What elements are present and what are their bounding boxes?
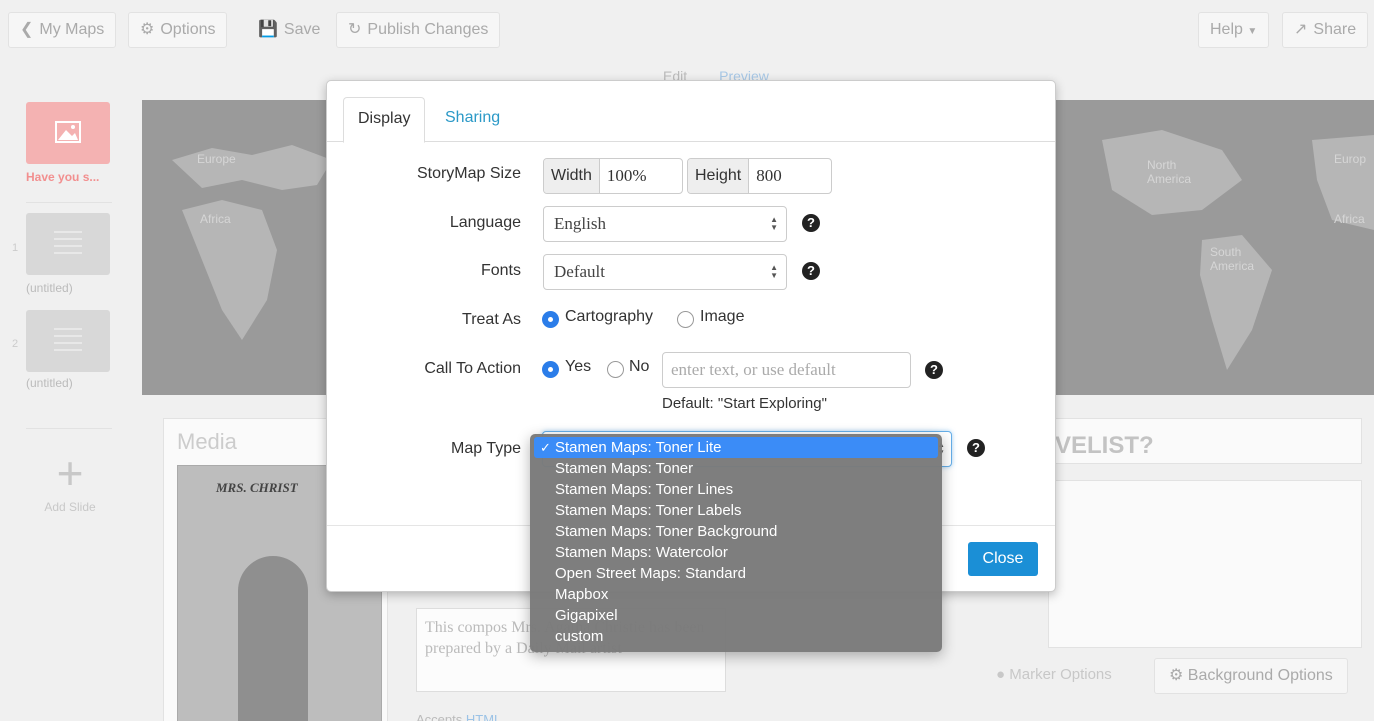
divider (26, 428, 112, 429)
help-menu-button[interactable]: Help ▼ (1198, 12, 1270, 48)
fonts-label: Fonts (480, 262, 521, 279)
height-field[interactable]: Height 800 (687, 158, 832, 194)
gear-icon: ⚙ (1169, 667, 1184, 684)
save-button[interactable]: 💾 Save (246, 12, 332, 48)
slide-number: 2 (12, 338, 19, 350)
map-type-option[interactable]: Stamen Maps: Watercolor (530, 542, 942, 563)
html-link[interactable]: HTML (466, 712, 501, 721)
map-type-option[interactable]: Stamen Maps: Toner (530, 458, 942, 479)
slide-thumb-2[interactable] (26, 310, 110, 372)
cta-option-label: No (629, 358, 650, 375)
cta-no-radio[interactable] (607, 361, 624, 378)
headline-text: VELIST? (1055, 432, 1154, 459)
tab-display[interactable]: Display (343, 97, 426, 143)
map-marker-icon: ● (996, 666, 1006, 683)
image-caption: MRS. CHRIST (216, 480, 298, 495)
share-icon: ↗ (1294, 21, 1308, 38)
width-field[interactable]: Width 100% (543, 158, 683, 194)
media-title: Media (177, 429, 237, 454)
map-label: Europe (197, 152, 236, 166)
map-type-option[interactable]: ✓ Stamen Maps: Toner Lite (534, 437, 938, 458)
publish-changes-button[interactable]: ↻ Publish Changes (336, 12, 501, 48)
select-arrows-icon: ▲▼ (770, 263, 778, 280)
divider (26, 202, 112, 203)
caret-down-icon: ▼ (1247, 26, 1258, 37)
treat-as-option-label: Image (700, 308, 745, 325)
map-label: South America (1210, 245, 1255, 273)
map-label: Europ (1334, 152, 1367, 166)
slide-number: 1 (12, 242, 19, 254)
text-lines-icon (54, 231, 82, 259)
treat-as-label: Treat As (462, 311, 521, 328)
cta-option-label: Yes (565, 358, 592, 375)
add-slide-button[interactable]: + Add Slide (28, 450, 112, 514)
options-button[interactable]: ⚙ Options (128, 12, 228, 48)
text-box[interactable] (1048, 480, 1362, 648)
map-type-option[interactable]: Mapbox (530, 584, 942, 605)
slide-thumb-1[interactable] (26, 213, 110, 275)
slide-caption: Have you s... (26, 170, 100, 184)
marker-options-button[interactable]: ● Marker Options (996, 666, 1112, 683)
storymap-size-label: StoryMap Size (416, 165, 521, 182)
plus-icon: + (56, 447, 84, 499)
tab-sharing[interactable]: Sharing (431, 97, 514, 143)
map-label: Africa (1334, 212, 1365, 226)
image-icon (55, 121, 81, 143)
treat-as-image-radio[interactable] (677, 311, 694, 328)
help-icon[interactable]: ? (802, 214, 820, 232)
map-label: North America (1147, 158, 1192, 186)
modal-tabs: Display Sharing (327, 81, 1055, 143)
map-type-option[interactable]: Stamen Maps: Toner Labels (530, 500, 942, 521)
map-type-option[interactable]: Gigapixel (530, 605, 942, 626)
gear-icon: ⚙ (140, 21, 155, 38)
language-label: Language (449, 214, 521, 231)
help-icon[interactable]: ? (925, 361, 943, 379)
map-type-option[interactable]: Stamen Maps: Toner Lines (530, 479, 942, 500)
top-toolbar: ❮ My Maps ⚙ Options 💾 Save ↻ Publish Changes… (0, 0, 1374, 62)
my-maps-button[interactable]: ❮ My Maps (8, 12, 117, 48)
map-label: Africa (200, 212, 231, 226)
map-type-option[interactable]: Open Street Maps: Standard (530, 563, 942, 584)
map-type-dropdown[interactable]: ✓ Stamen Maps: Toner Lite Stamen Maps: To… (530, 434, 942, 652)
map-type-option[interactable]: Stamen Maps: Toner Background (530, 521, 942, 542)
map-type-label: Map Type (451, 440, 521, 457)
cta-default-hint: Default: "Start Exploring" (662, 395, 827, 412)
text-lines-icon (54, 328, 82, 356)
share-button[interactable]: ↗ Share (1282, 12, 1369, 48)
help-icon[interactable]: ? (967, 439, 985, 457)
portrait-figure (238, 556, 308, 721)
map-type-option[interactable]: custom (530, 626, 942, 647)
refresh-icon: ↻ (348, 21, 362, 38)
fonts-select[interactable]: Default ▲ ▼ (543, 254, 787, 290)
slide-thumb-title[interactable] (26, 102, 110, 164)
treat-as-option-label: Cartography (565, 308, 654, 325)
help-icon[interactable]: ? (802, 262, 820, 280)
floppy-icon: 💾 (258, 21, 278, 38)
background-options-button[interactable]: ⚙ Background Options (1154, 658, 1348, 694)
slide-sidebar: Have you s... 1 (untitled) 2 (untitled) (0, 88, 130, 721)
slide-caption: (untitled) (26, 281, 73, 295)
accepts-note: Accepts HTML (416, 712, 501, 721)
checkmark-icon: ✓ (540, 440, 551, 455)
select-arrows-icon: ▲▼ (770, 215, 778, 232)
language-select[interactable]: English ▲ ▼ (543, 206, 787, 242)
chevron-left-icon: ❮ (20, 21, 34, 38)
treat-as-cartography-radio[interactable] (542, 311, 559, 328)
slide-caption: (untitled) (26, 376, 73, 390)
close-button[interactable]: Close (968, 542, 1038, 576)
call-to-action-label: Call To Action (424, 360, 521, 377)
cta-yes-radio[interactable] (542, 361, 559, 378)
cta-text-input[interactable]: enter text, or use default (662, 352, 911, 388)
